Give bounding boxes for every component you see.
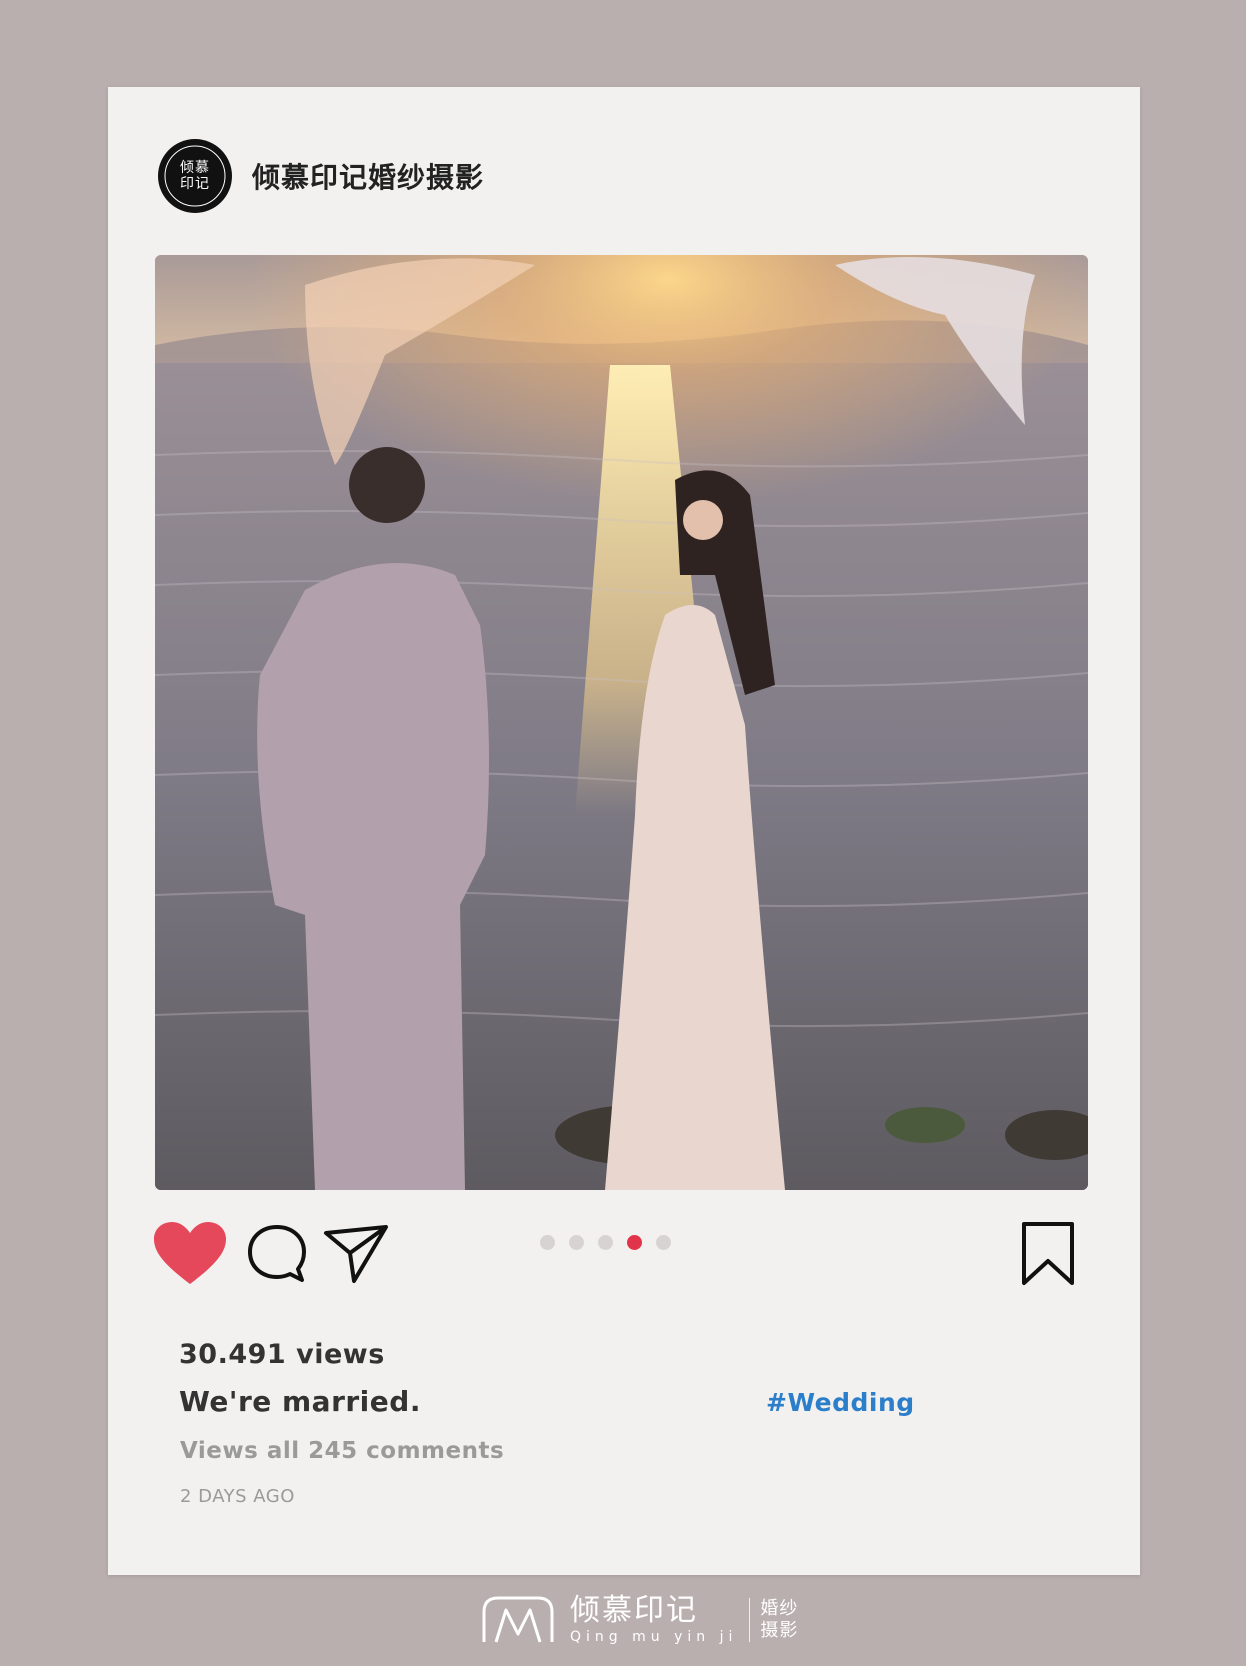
view-comments-link[interactable]: Views all 245 comments [180,1438,504,1464]
footer-divider [749,1598,751,1642]
footer-brand-name: 倾慕印记 [570,1593,698,1628]
footer-subtitle: 婚纱摄影 [760,1598,799,1641]
post-header: 倾慕印记 倾慕印记婚纱摄影 [158,139,484,213]
photo-illustration [155,255,1088,1190]
post-actions [108,1217,1140,1297]
carousel-indicator [540,1235,671,1250]
carousel-dot[interactable] [598,1235,613,1250]
post-photo[interactable] [155,255,1088,1190]
brand-logo-icon [482,1596,554,1643]
carousel-dot[interactable] [656,1235,671,1250]
avatar-logo-text: 倾慕印记 [180,160,210,192]
footer-brand: 倾慕印记 Qing mu yin ji [570,1593,738,1646]
post-card: 倾慕印记 倾慕印记婚纱摄影 30.491 views We're married… [108,87,1140,1575]
footer-brand-pinyin: Qing mu yin ji [570,1629,738,1645]
watermark-footer: 倾慕印记 Qing mu yin ji 婚纱摄影 [480,1592,800,1648]
bookmark-icon[interactable] [1020,1221,1076,1287]
account-name[interactable]: 倾慕印记婚纱摄影 [252,156,484,196]
post-timestamp: 2 DAYS AGO [180,1486,295,1507]
hashtag-link[interactable]: #Wedding [766,1388,915,1417]
carousel-dot[interactable] [627,1235,642,1250]
carousel-dot[interactable] [540,1235,555,1250]
comment-icon[interactable] [246,1223,308,1285]
avatar[interactable]: 倾慕印记 [158,139,232,213]
carousel-dot[interactable] [569,1235,584,1250]
views-count: 30.491 views [179,1339,385,1370]
heart-icon[interactable] [152,1221,228,1287]
share-icon[interactable] [322,1223,390,1285]
post-caption: We're married. [179,1385,421,1418]
